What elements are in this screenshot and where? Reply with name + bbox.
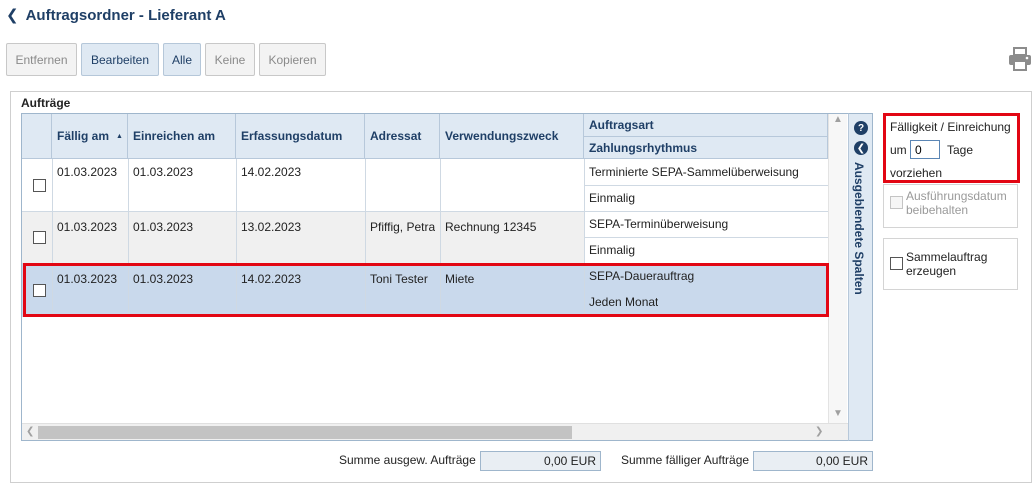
- cell-purpose: Rechnung 12345: [445, 220, 537, 234]
- column-divider: [128, 159, 129, 317]
- cell-created: 14.02.2023: [241, 272, 302, 286]
- scroll-down-icon[interactable]: ▼: [833, 408, 843, 419]
- column-header-addressee[interactable]: Adressat: [365, 114, 440, 159]
- column-divider: [440, 159, 441, 317]
- row-checkbox[interactable]: [33, 179, 46, 192]
- column-header-due-label: Fällig am: [57, 129, 110, 143]
- remove-button[interactable]: Entfernen: [6, 43, 77, 76]
- sum-selected-label: Summe ausgew. Aufträge: [339, 453, 476, 467]
- orders-legend: Aufträge: [17, 96, 75, 110]
- row-divider: [22, 263, 828, 264]
- horizontal-scroll-thumb[interactable]: [38, 426, 572, 439]
- cell-rhythm: Jeden Monat: [589, 295, 659, 309]
- cell-submit: 01.03.2023: [133, 272, 194, 286]
- due-offset-suffix: Tage: [947, 143, 974, 157]
- hidden-columns-label[interactable]: Ausgeblendete Spalten: [852, 162, 866, 295]
- table-row[interactable]: 01.03.2023 01.03.2023 13.02.2023 Pfiffig…: [22, 211, 828, 263]
- select-all-button[interactable]: Alle: [163, 43, 201, 76]
- orders-grid: Fällig am ▲ Einreichen am Erfassungsdatu…: [21, 113, 873, 441]
- column-divider: [236, 159, 237, 317]
- days-offset-input[interactable]: [910, 140, 940, 159]
- edit-button[interactable]: Bearbeiten: [81, 43, 159, 76]
- due-offset-title: Fälligkeit / Einreichung: [890, 120, 1011, 134]
- cell-rhythm: Einmalig: [584, 237, 828, 263]
- cell-due: 01.03.2023: [57, 272, 118, 286]
- batch-order-checkbox[interactable]: [890, 257, 903, 270]
- scroll-up-icon[interactable]: ▲: [833, 114, 843, 125]
- batch-order-option: Sammelauftrag erzeugen: [883, 238, 1018, 290]
- cell-addressee: Pfiffig, Petra: [370, 220, 436, 234]
- column-divider: [52, 159, 53, 317]
- cell-created: 14.02.2023: [241, 165, 302, 179]
- due-offset-box: Fälligkeit / Einreichung um Tage vorzieh…: [883, 113, 1020, 183]
- copy-button[interactable]: Kopieren: [259, 43, 326, 76]
- cell-submit: 01.03.2023: [133, 220, 194, 234]
- horizontal-scrollbar[interactable]: ❮ ❯: [22, 423, 848, 440]
- column-header-submit[interactable]: Einreichen am: [128, 114, 236, 159]
- chevron-left-circle-icon[interactable]: ❮: [854, 141, 868, 155]
- cell-due: 01.03.2023: [57, 165, 118, 179]
- select-none-button[interactable]: Keine: [205, 43, 255, 76]
- keep-date-option: Ausführungsdatum beibehalten: [883, 184, 1018, 228]
- column-header-due[interactable]: Fällig am ▲: [52, 114, 128, 159]
- column-divider: [584, 159, 585, 317]
- batch-order-label-1: Sammelauftrag: [906, 250, 988, 264]
- row-checkbox[interactable]: [33, 231, 46, 244]
- back-link[interactable]: ❮ Auftragsordner - Lieferant A: [6, 6, 226, 25]
- keep-date-label-1: Ausführungsdatum: [906, 189, 1007, 203]
- batch-order-label-2: erzeugen: [906, 264, 957, 278]
- cell-addressee: Toni Tester: [370, 272, 428, 286]
- sum-due-value: 0,00 EUR: [753, 451, 873, 471]
- scroll-left-icon[interactable]: ❮: [26, 426, 34, 437]
- column-header-type[interactable]: Auftragsart: [584, 114, 828, 137]
- row-inner-divider: [584, 237, 828, 238]
- chevron-left-icon: ❮: [6, 7, 19, 24]
- header-checkbox-column: [22, 114, 52, 159]
- page-title: Auftragsordner - Lieferant A: [25, 6, 226, 24]
- cell-type: Terminierte SEPA-Sammelüberweisung: [589, 165, 799, 179]
- cell-created: 13.02.2023: [241, 220, 302, 234]
- cell-type: SEPA-Dauerauftrag: [589, 269, 695, 283]
- cell-due: 01.03.2023: [57, 220, 118, 234]
- column-header-purpose[interactable]: Verwendungszweck: [440, 114, 584, 159]
- row-divider: [22, 211, 828, 212]
- keep-date-label-2: beibehalten: [906, 203, 969, 217]
- help-icon[interactable]: ?: [854, 121, 868, 135]
- vertical-scrollbar[interactable]: ▲ ▼: [828, 114, 847, 423]
- column-header-created[interactable]: Erfassungsdatum: [236, 114, 365, 159]
- cell-type: SEPA-Terminüberweisung: [584, 211, 828, 237]
- printer-icon[interactable]: [1007, 46, 1033, 72]
- due-offset-prefix: um: [890, 143, 907, 157]
- hidden-columns-panel[interactable]: ? ❮ Ausgeblendete Spalten: [848, 113, 873, 441]
- row-inner-divider: [584, 185, 828, 186]
- row-checkbox[interactable]: [33, 284, 46, 297]
- column-divider: [365, 159, 366, 317]
- cell-purpose: Miete: [445, 272, 475, 286]
- sum-selected-value: 0,00 EUR: [480, 451, 601, 471]
- due-offset-line3: vorziehen: [890, 166, 943, 180]
- sort-ascending-icon: ▲: [116, 132, 123, 140]
- table-row-selected[interactable]: 01.03.2023 01.03.2023 14.02.2023 Toni Te…: [22, 263, 828, 317]
- sum-due-label: Summe fälliger Aufträge: [621, 453, 750, 467]
- scroll-right-icon[interactable]: ❯: [815, 426, 823, 437]
- table-row[interactable]: 01.03.2023 01.03.2023 14.02.2023 Termini…: [22, 159, 828, 211]
- cell-rhythm: Einmalig: [589, 191, 636, 205]
- column-header-rhythm[interactable]: Zahlungsrhythmus: [584, 137, 828, 159]
- keep-date-checkbox[interactable]: [890, 196, 903, 209]
- cell-submit: 01.03.2023: [133, 165, 194, 179]
